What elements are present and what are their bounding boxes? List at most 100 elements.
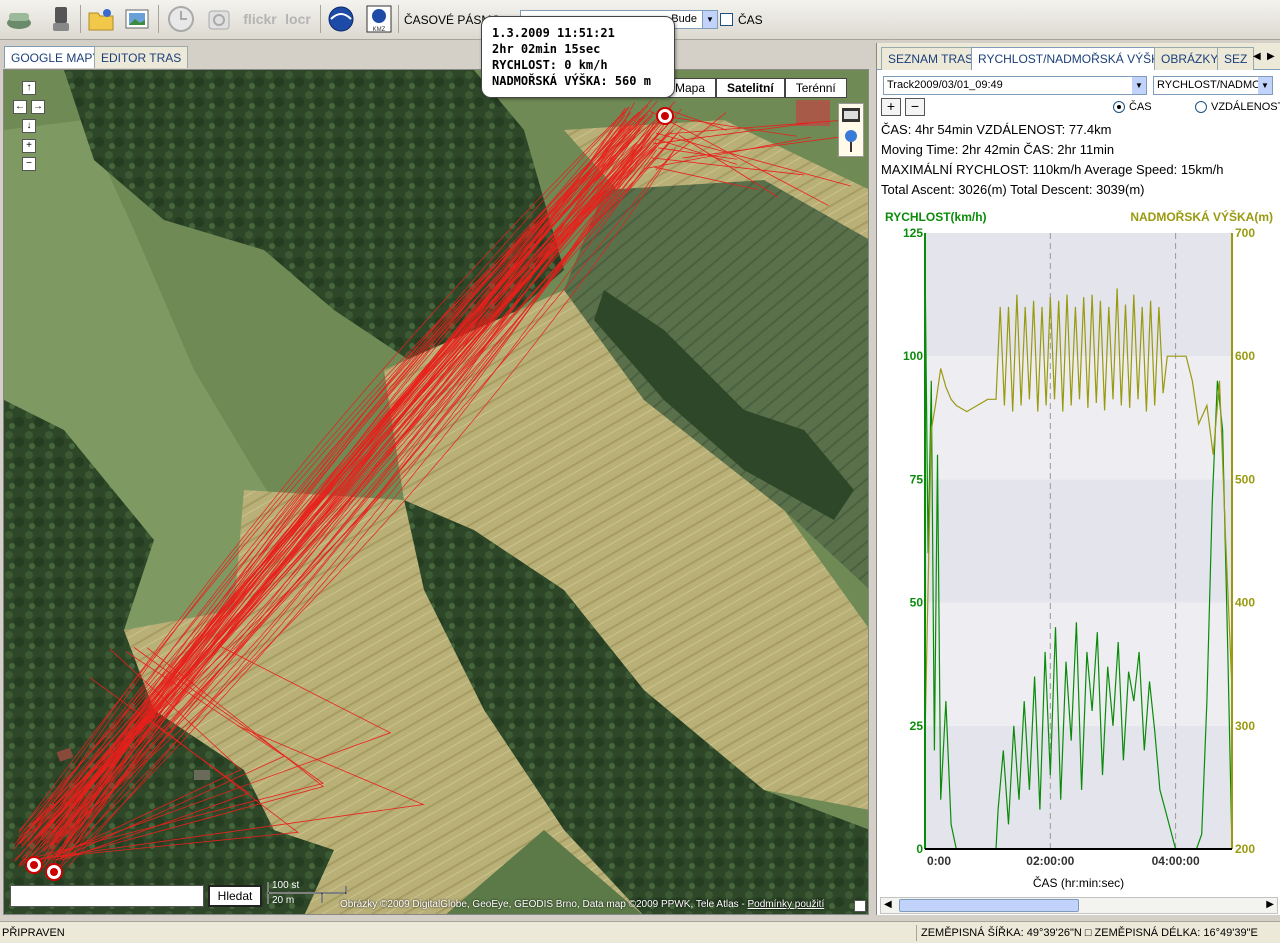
chart-horizontal-scrollbar[interactable]: ◀ ▶ [880, 897, 1278, 914]
pan-down-button[interactable]: ↓ [22, 119, 36, 133]
scroll-left-icon[interactable]: ◀ [884, 899, 892, 910]
track-select[interactable]: Track2009/03/01_09:49 ▼ [883, 76, 1147, 95]
camera-icon[interactable] [204, 4, 234, 34]
locr-label: locr [285, 11, 311, 27]
track-point-tooltip: 1.3.2009 11:51:21 2hr 02min 15sec RYCHLO… [481, 16, 675, 98]
tab-track-list[interactable]: SEZNAM TRAS [881, 47, 981, 70]
pan-left-button[interactable]: ← [13, 100, 27, 114]
device-icon[interactable] [46, 4, 76, 34]
right-tick-label: 700 [1235, 226, 1255, 240]
left-tick-label: 75 [910, 472, 924, 486]
film-icon[interactable] [842, 108, 860, 122]
locr-icon[interactable]: locr [282, 4, 314, 34]
tooltip-elapsed: 2hr 02min 15sec [492, 42, 601, 56]
radio-distance-label: VZDÁLENOST [1211, 101, 1280, 113]
satellite-imagery [4, 70, 868, 914]
pan-right-button[interactable]: → [31, 100, 45, 114]
map-side-controls [838, 103, 864, 157]
scroll-right-icon[interactable]: ▶ [1266, 899, 1274, 910]
map-type-terrain[interactable]: Terénní [784, 78, 847, 98]
open-folder-icon[interactable] [86, 4, 116, 34]
copyright-text: Obrázky ©2009 DigitalGlobe, GeoEye, GEOD… [340, 899, 748, 910]
tooltip-altitude: NADMOŘSKÁ VÝŠKA: 560 m [492, 74, 651, 88]
left-tick-label: 125 [903, 226, 923, 240]
google-earth-icon[interactable] [326, 4, 356, 34]
status-text: PŘIPRAVEN [2, 927, 65, 939]
right-tick-label: 400 [1235, 596, 1255, 610]
chevron-down-icon: ▼ [1132, 77, 1146, 94]
zoom-out-chart-button[interactable]: − [905, 98, 925, 116]
cas-checkbox[interactable] [720, 13, 733, 26]
right-axis-label: NADMOŘSKÁ VÝŠKA(m) [1130, 209, 1273, 224]
track-point-marker[interactable] [25, 856, 43, 874]
search-input[interactable] [10, 885, 204, 907]
search-button[interactable]: Hledat [208, 885, 262, 907]
tab-images[interactable]: OBRÁZKY [1154, 47, 1226, 70]
tab-speed-altitude[interactable]: RYCHLOST/NADMOŘSKÁ VÝŠKA [971, 47, 1175, 70]
stat-line-3: MAXIMÁLNÍ RYCHLOST: 110km/h Average Spee… [881, 162, 1224, 177]
right-tick-label: 300 [1235, 719, 1255, 733]
right-tab-bar: SEZNAM TRAS RYCHLOST/NADMOŘSKÁ VÝŠKA OBR… [877, 43, 1280, 70]
coordinates-readout: ZEMĚPISNÁ ŠÍŘKA: 49°39'26"N □ ZEMĚPISNÁ … [916, 925, 1258, 941]
x-tick-label: 02:00:00 [1026, 854, 1074, 868]
pin-icon[interactable] [845, 130, 857, 152]
stat-line-2: Moving Time: 2hr 42min ČAS: 2hr 11min [881, 142, 1115, 157]
right-tick-label: 500 [1235, 472, 1255, 486]
zoom-in-chart-button[interactable]: + [881, 98, 901, 116]
right-panel: SEZNAM TRAS RYCHLOST/NADMOŘSKÁ VÝŠKA OBR… [876, 43, 1280, 915]
pan-up-button[interactable]: ↑ [22, 81, 36, 95]
left-tick-label: 0 [916, 842, 923, 856]
x-axis-label: ČAS (hr:min:sec) [1033, 875, 1124, 890]
map-copyright: Obrázky ©2009 DigitalGlobe, GeoEye, GEOD… [340, 899, 824, 910]
stat-line-1: ČAS: 4hr 54min VZDÁLENOST: 77.4km [881, 122, 1112, 137]
image-icon[interactable] [122, 4, 152, 34]
save-icon[interactable] [4, 4, 34, 34]
zoom-in-button[interactable]: + [22, 139, 36, 153]
scale-top-label: 100 st [272, 880, 300, 891]
timezone-value: Bude [671, 13, 697, 25]
radio-time-label: ČAS [1129, 101, 1152, 113]
track-point-marker[interactable] [656, 107, 674, 125]
x-tick-label: 04:00:00 [1152, 854, 1200, 868]
map-type-satellite[interactable]: Satelitní [716, 78, 785, 98]
clock-icon[interactable] [166, 4, 196, 34]
scale-bottom-label: 20 m [272, 895, 295, 906]
flickr-label: flickr [243, 11, 277, 27]
chevron-down-icon: ▼ [1258, 77, 1272, 94]
tab-scroll-left-icon[interactable]: ◀ [1253, 51, 1261, 62]
track-point-marker[interactable] [45, 863, 63, 881]
speed-altitude-chart[interactable]: RYCHLOST(km/h) NADMOŘSKÁ VÝŠKA(m) 0 25 50 75 1… [877, 203, 1280, 893]
mode-select[interactable]: RYCHLOST/NADMOŘ ▼ [1153, 76, 1273, 95]
track-select-value: Track2009/03/01_09:49 [887, 79, 1003, 91]
left-tick-label: 25 [910, 719, 924, 733]
radio-time[interactable] [1113, 101, 1125, 113]
map-type-switcher: Mapa Satelitní Terénní [664, 78, 847, 98]
satellite-map[interactable]: ↑ ← → ↓ + − Mapa Satelitní Terénní Hleda… [3, 69, 869, 915]
kmz-label: KMZ [372, 27, 386, 33]
status-bar: PŘIPRAVEN ZEMĚPISNÁ ŠÍŘKA: 49°39'26"N □ … [0, 921, 1280, 943]
left-tick-label: 50 [910, 596, 924, 610]
kmz-icon[interactable]: KMZ [364, 4, 394, 34]
mode-select-value: RYCHLOST/NADMOŘ [1157, 79, 1269, 91]
left-axis-label: RYCHLOST(km/h) [885, 210, 987, 224]
tooltip-timestamp: 1.3.2009 11:51:21 [492, 26, 615, 40]
chevron-down-icon: ▼ [702, 11, 717, 28]
tab-google-maps[interactable]: GOOGLE MAPY [4, 46, 108, 68]
resize-corner-icon[interactable] [854, 900, 866, 912]
scrollbar-thumb[interactable] [899, 899, 1079, 912]
stat-line-4: Total Ascent: 3026(m) Total Descent: 303… [881, 182, 1145, 197]
flickr-icon[interactable]: flickr [242, 4, 278, 34]
tab-more[interactable]: SEZ [1217, 47, 1255, 70]
terms-link[interactable]: Podmínky použití [748, 899, 825, 910]
right-tick-label: 600 [1235, 349, 1255, 363]
tooltip-speed: RYCHLOST: 0 km/h [492, 58, 608, 72]
tab-track-editor[interactable]: EDITOR TRAS [94, 46, 189, 68]
x-tick-label: 0:00 [927, 854, 951, 868]
tab-scroll-right-icon[interactable]: ▶ [1267, 51, 1275, 62]
left-tick-label: 100 [903, 349, 923, 363]
right-tick-label: 200 [1235, 842, 1255, 856]
map-scale: 100 st 20 m [266, 880, 348, 908]
cas-checkbox-label: ČAS [738, 13, 763, 27]
radio-distance[interactable] [1195, 101, 1207, 113]
zoom-out-button[interactable]: − [22, 157, 36, 171]
